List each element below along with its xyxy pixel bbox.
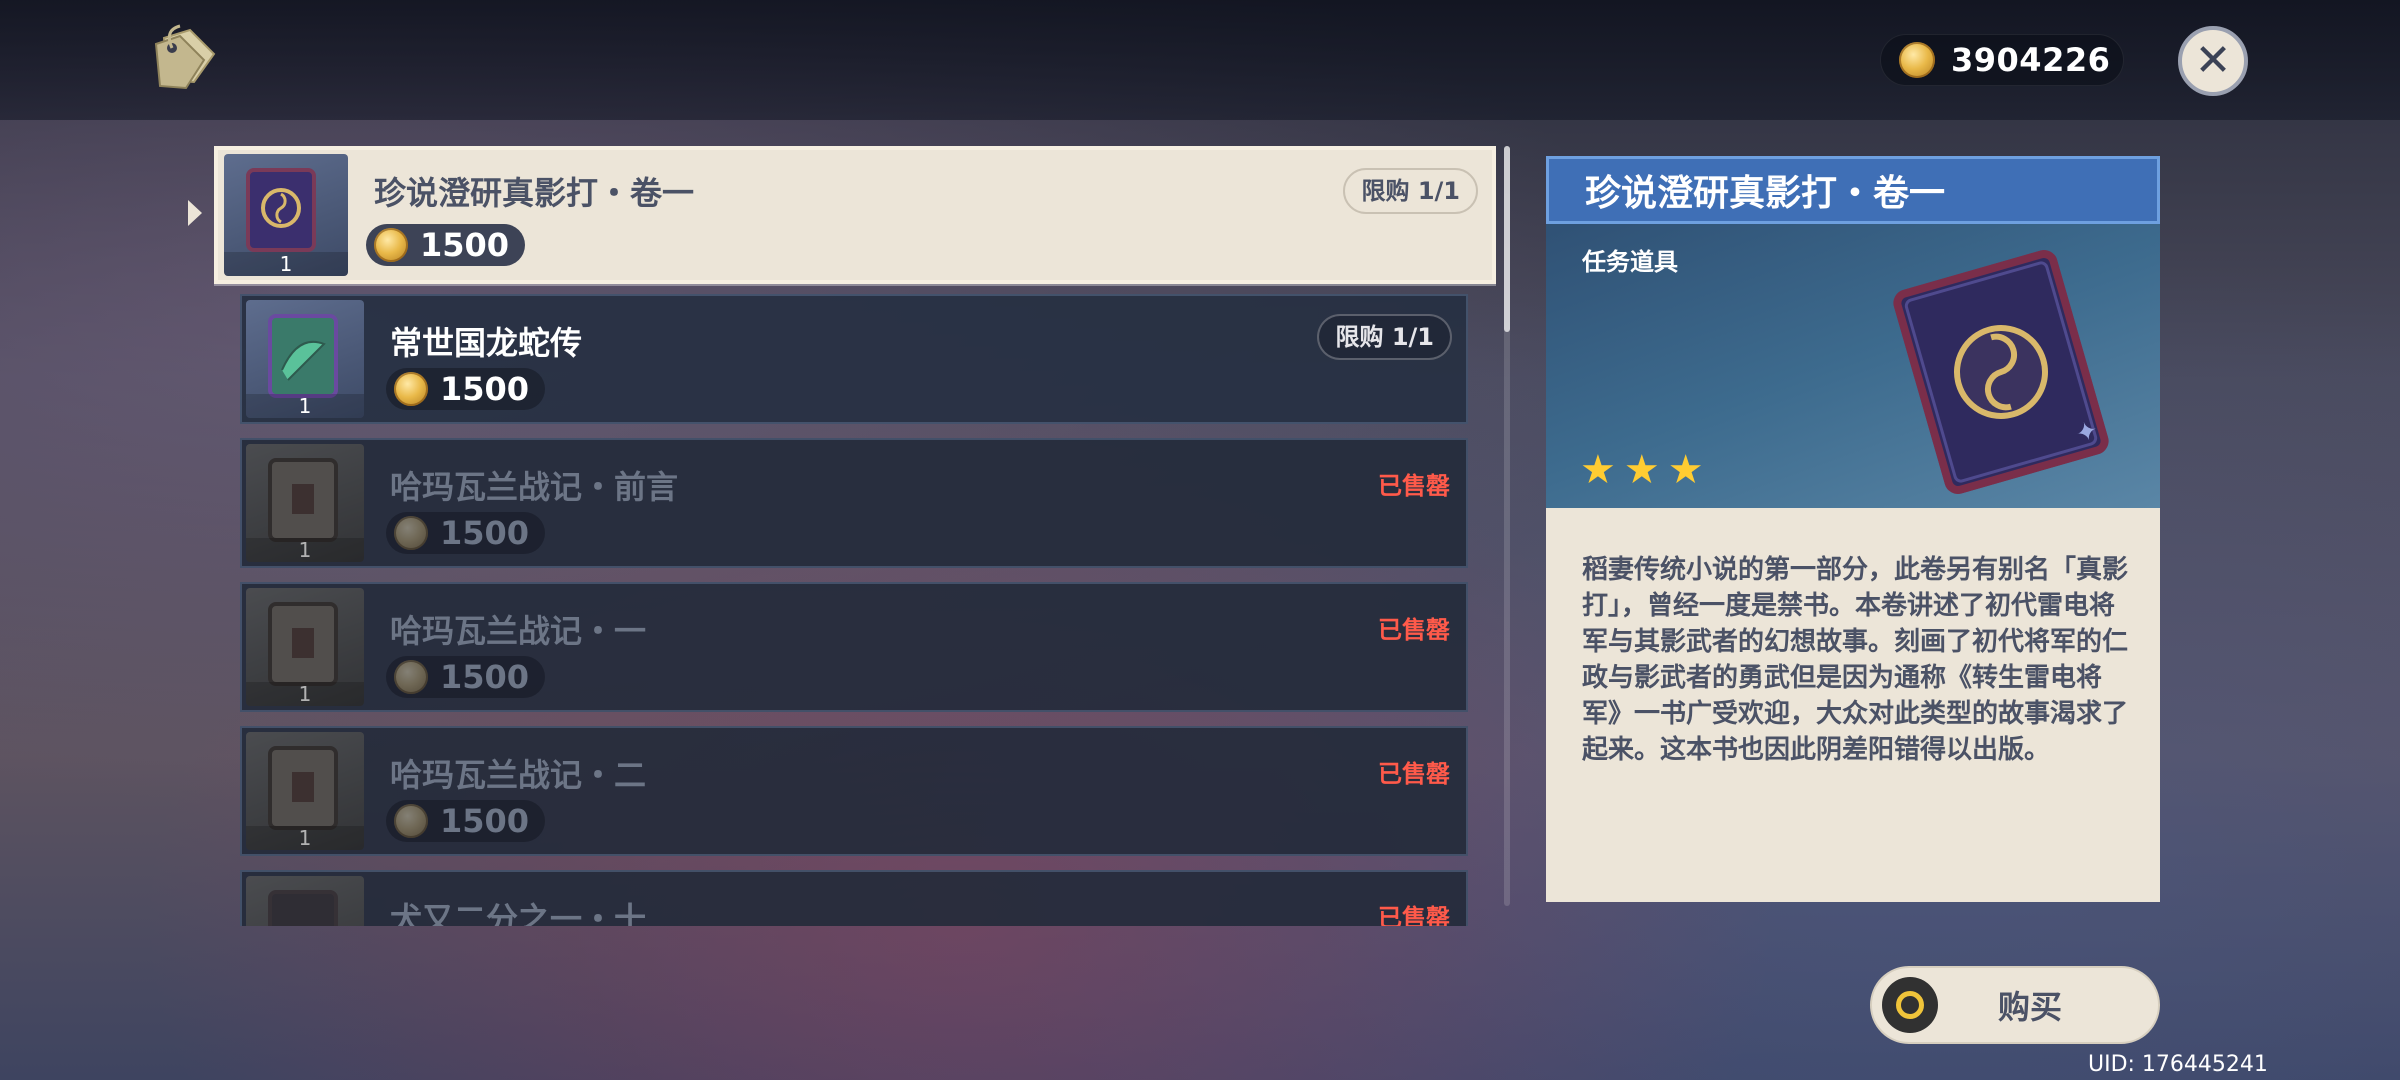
rarity-stars: ★ ★ ★ xyxy=(1580,450,1704,490)
scrollbar-thumb[interactable] xyxy=(1504,146,1510,332)
item-price: 1500 xyxy=(386,656,546,698)
item-thumbnail: 1 xyxy=(246,588,364,706)
item-price: 1500 xyxy=(386,512,546,554)
item-thumbnail: 1 xyxy=(246,444,364,562)
price-value: 1500 xyxy=(440,802,530,840)
price-value: 1500 xyxy=(440,370,530,408)
item-type: 任务道具 xyxy=(1582,248,1678,276)
shop-item-list[interactable]: 1 珍说澄研真影打・卷一 1500 限购 1/1 1 常世国龙蛇传 1500 限… xyxy=(214,146,1496,926)
sold-out-label: 已售罄 xyxy=(1378,472,1450,500)
price-value: 1500 xyxy=(420,226,510,264)
item-quantity: 1 xyxy=(246,682,364,706)
mora-amount: 3904226 xyxy=(1951,41,2111,79)
item-quantity: 1 xyxy=(224,252,348,276)
shop-tag-icon xyxy=(154,24,216,90)
mora-coin-icon xyxy=(394,660,428,694)
mora-coin-icon xyxy=(374,228,408,262)
mora-coin-icon xyxy=(394,516,428,550)
item-name: 哈玛瓦兰战记・一 xyxy=(390,612,647,650)
selection-arrow-icon xyxy=(188,200,202,226)
item-thumbnail: 1 xyxy=(246,300,364,418)
item-thumbnail: 1 xyxy=(246,876,364,926)
book-icon xyxy=(246,168,316,252)
close-button[interactable]: ✕ xyxy=(2178,26,2248,96)
item-detail-panel: 珍说澄研真影打・卷一 任务道具 ✦ ★ ★ ★ 稻妻传统小说的第一部分，此卷另有… xyxy=(1546,156,2160,902)
item-thumbnail: 1 xyxy=(224,154,348,276)
purchase-limit-badge: 限购 1/1 xyxy=(1343,168,1478,214)
shop-item-row[interactable]: 1 哈玛瓦兰战记・一 1500 已售罄 xyxy=(240,582,1468,712)
star-icon: ★ xyxy=(1623,447,1660,493)
list-scrollbar[interactable] xyxy=(1504,146,1510,906)
controller-button-icon xyxy=(1882,977,1938,1033)
price-value: 1500 xyxy=(440,658,530,696)
book-icon xyxy=(268,314,338,398)
shop-item-row[interactable]: 1 珍说澄研真影打・卷一 1500 限购 1/1 xyxy=(214,146,1496,284)
star-icon: ★ xyxy=(1580,447,1616,493)
mora-coin-icon xyxy=(1899,42,1935,78)
player-uid: UID: 176445241 xyxy=(2088,1052,2268,1077)
item-name: 常世国龙蛇传 xyxy=(390,324,583,362)
shop-item-row[interactable]: 1 哈玛瓦兰战记・二 1500 已售罄 xyxy=(240,726,1468,856)
buy-label: 购买 xyxy=(1997,988,2062,1026)
mora-coin-icon xyxy=(394,804,428,838)
item-quantity: 1 xyxy=(246,538,364,562)
sold-out-label: 已售罄 xyxy=(1378,616,1450,644)
book-icon xyxy=(268,890,338,926)
item-name: 哈玛瓦兰战记・前言 xyxy=(390,468,679,506)
item-description: 稻妻传统小说的第一部分，此卷另有别名「真影打」，曾经一度是禁书。本卷讲述了初代雷… xyxy=(1582,555,2129,765)
item-price: 1500 xyxy=(366,224,526,266)
book-icon xyxy=(268,746,338,830)
item-name: 哈玛瓦兰战记・二 xyxy=(390,756,647,794)
item-quantity: 1 xyxy=(246,394,364,418)
item-price: 1500 xyxy=(386,800,546,842)
book-icon xyxy=(268,458,338,542)
item-quantity: 1 xyxy=(246,826,364,850)
book-icon xyxy=(268,602,338,686)
mora-coin-icon xyxy=(394,372,428,406)
shop-item-row[interactable]: 1 哈玛瓦兰战记・前言 1500 已售罄 xyxy=(240,438,1468,568)
sold-out-label: 已售罄 xyxy=(1378,760,1450,788)
price-value: 1500 xyxy=(440,514,530,552)
buy-button[interactable]: 购买 xyxy=(1870,966,2160,1044)
purchase-limit-badge: 限购 1/1 xyxy=(1317,314,1452,360)
item-name: 犬又二分之一・十 xyxy=(390,900,647,926)
shop-item-row[interactable]: 1 犬又二分之一・十 1500 已售罄 xyxy=(240,870,1468,926)
item-thumbnail: 1 xyxy=(246,732,364,850)
item-price: 1500 xyxy=(386,368,546,410)
detail-title: 珍说澄研真影打・卷一 xyxy=(1585,173,1946,214)
sold-out-label: 已售罄 xyxy=(1378,904,1450,926)
mora-balance: 3904226 xyxy=(1880,34,2124,86)
detail-title-bar: 珍说澄研真影打・卷一 xyxy=(1546,156,2160,224)
shop-item-row[interactable]: 1 常世国龙蛇传 1500 限购 1/1 xyxy=(240,294,1468,424)
star-icon: ★ xyxy=(1667,447,1704,493)
item-name: 珍说澄研真影打・卷一 xyxy=(374,174,695,212)
close-icon: ✕ xyxy=(2194,35,2232,86)
